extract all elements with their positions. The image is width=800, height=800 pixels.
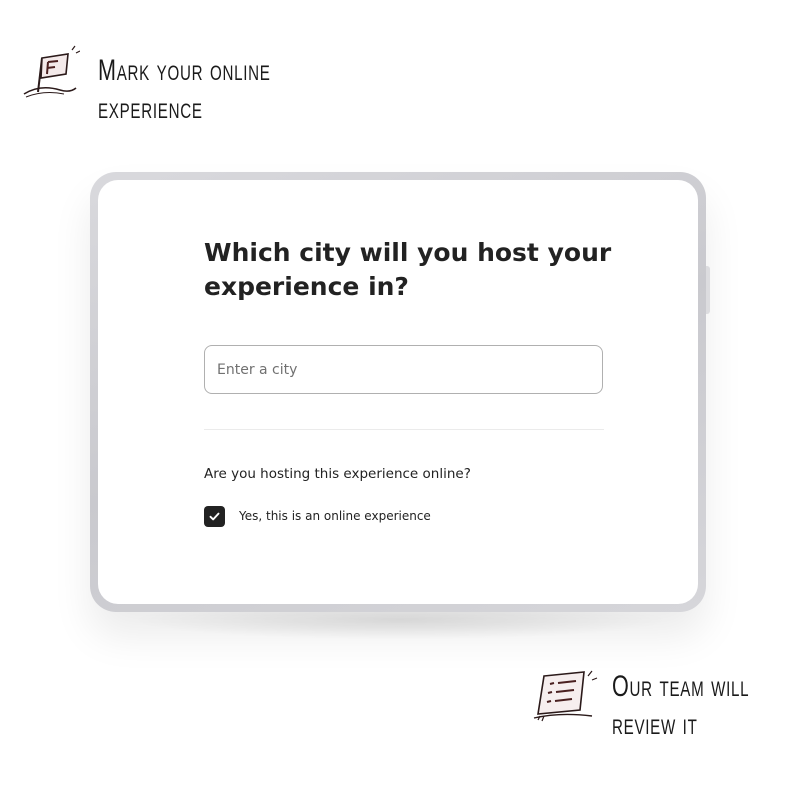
annotation-mark-online: Mark your online experience [98,52,328,127]
page-title: Which city will you host your experience… [204,238,612,301]
online-experience-label: Yes, this is an online experience [239,509,431,523]
annotation-line: Our team will [612,670,750,703]
checkmark-icon [209,512,220,520]
city-input[interactable] [204,345,603,394]
flag-sketch-icon [23,45,80,98]
checklist-sketch-icon [533,670,598,722]
online-question-label: Are you hosting this experience online? [204,466,471,482]
divider [204,429,604,430]
annotation-line: review it [612,707,698,741]
tablet-side-button [706,266,710,314]
annotation-team-review: Our team will review it [612,668,799,743]
online-experience-option[interactable]: Yes, this is an online experience [204,505,431,527]
annotation-line: Mark your online [98,54,271,87]
annotation-line: experience [98,91,203,125]
online-experience-checkbox[interactable] [204,505,225,527]
